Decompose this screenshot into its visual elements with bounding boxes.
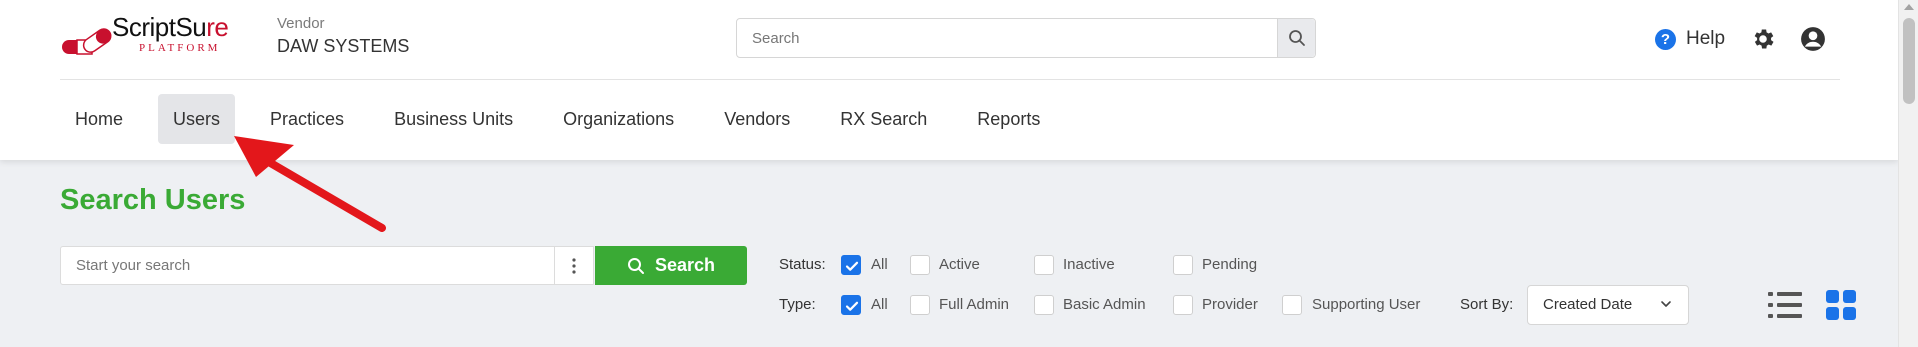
global-search-input[interactable] — [737, 19, 1277, 57]
scriptsure-logo[interactable]: ScriptSure PLATFORM — [60, 12, 260, 62]
type-provider-label: Provider — [1202, 296, 1258, 313]
user-search-box — [60, 246, 594, 285]
nav-practices[interactable]: Practices — [255, 94, 359, 144]
type-full-admin-checkbox[interactable] — [910, 295, 930, 315]
nav-reports[interactable]: Reports — [962, 94, 1055, 144]
status-all-label: All — [871, 256, 888, 273]
checkmark-icon — [845, 301, 859, 311]
pill-icon — [62, 28, 112, 55]
nav-home[interactable]: Home — [60, 94, 138, 144]
nav-organizations[interactable]: Organizations — [548, 94, 689, 144]
status-inactive-label: Inactive — [1063, 256, 1115, 273]
nav-users[interactable]: Users — [158, 94, 236, 144]
type-supporting-user-checkbox[interactable] — [1282, 295, 1302, 315]
sort-by-label: Sort By: — [1460, 296, 1514, 313]
checkmark-icon — [845, 261, 859, 271]
status-active-label: Active — [939, 256, 980, 273]
nav-rx-search[interactable]: RX Search — [825, 94, 942, 144]
kebab-menu-icon — [572, 257, 576, 274]
gear-icon[interactable] — [1750, 26, 1776, 52]
chevron-down-icon — [1661, 301, 1671, 307]
search-icon — [1288, 30, 1305, 46]
nav-vendors[interactable]: Vendors — [709, 94, 805, 144]
status-pending-checkbox[interactable] — [1173, 255, 1193, 275]
nav-business-units[interactable]: Business Units — [379, 94, 528, 144]
account-icon[interactable] — [1800, 26, 1826, 52]
help-link[interactable]: ? Help — [1655, 26, 1725, 52]
vendor-label: Vendor — [277, 15, 325, 32]
header-divider — [60, 79, 1840, 80]
help-icon: ? — [1655, 28, 1676, 50]
type-basic-admin-label: Basic Admin — [1063, 296, 1146, 313]
type-full-admin-label: Full Admin — [939, 296, 1010, 313]
scroll-up-arrow[interactable] — [1904, 4, 1914, 10]
list-view-icon[interactable] — [1768, 290, 1802, 320]
vendor-name: DAW SYSTEMS — [277, 36, 410, 56]
more-options-button[interactable] — [554, 247, 593, 284]
global-search-button[interactable] — [1277, 19, 1315, 57]
type-all-checkbox[interactable] — [841, 295, 861, 315]
page-title: Search Users — [60, 184, 246, 216]
logo-subtitle: PLATFORM — [139, 42, 221, 54]
scroll-thumb[interactable] — [1903, 18, 1915, 104]
type-basic-admin-checkbox[interactable] — [1034, 295, 1054, 315]
sort-by-value: Created Date — [1543, 296, 1633, 313]
logo-wordmark: ScriptSure — [112, 12, 229, 42]
search-users-button-label: Search — [654, 255, 716, 275]
type-label: Type: — [779, 296, 816, 313]
status-all-checkbox[interactable] — [841, 255, 861, 275]
help-label: Help — [1686, 28, 1726, 49]
sort-by-select[interactable]: Created Date — [1527, 285, 1689, 325]
type-provider-checkbox[interactable] — [1173, 295, 1193, 315]
status-active-checkbox[interactable] — [910, 255, 930, 275]
user-search-input[interactable] — [61, 247, 555, 284]
global-search — [736, 18, 1316, 58]
status-inactive-checkbox[interactable] — [1034, 255, 1054, 275]
main-nav: Home Users Practices Business Units Orga… — [60, 94, 1075, 144]
page-scrollbar[interactable] — [1898, 0, 1918, 347]
app-header: ScriptSure PLATFORM Vendor DAW SYSTEMS ?… — [0, 0, 1898, 160]
search-users-button[interactable]: Search — [595, 246, 747, 285]
type-all-label: All — [871, 296, 888, 313]
grid-view-icon[interactable] — [1826, 290, 1856, 320]
logo-rx-mark: re — [206, 12, 229, 42]
search-icon — [627, 257, 644, 274]
status-label: Status: — [779, 256, 826, 273]
status-pending-label: Pending — [1202, 256, 1258, 273]
type-supporting-user-label: Supporting User — [1312, 296, 1421, 313]
